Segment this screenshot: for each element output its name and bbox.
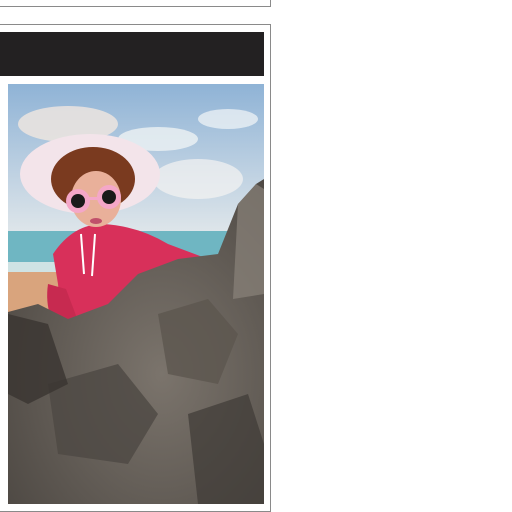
- sunglasses-bridge: [88, 197, 100, 200]
- card-title-bar: [0, 32, 264, 76]
- sunglasses-right-lens: [102, 190, 116, 204]
- page: 161: [0, 0, 512, 512]
- cloud: [198, 109, 258, 129]
- cloud: [153, 159, 243, 199]
- child-mouth: [90, 218, 102, 224]
- sunglasses-left-lens: [71, 194, 85, 208]
- beach-photo-illustration: [8, 84, 264, 504]
- sand-shadow: [188, 394, 264, 504]
- beach-photo[interactable]: [8, 84, 264, 504]
- photo-card[interactable]: 161: [0, 24, 271, 512]
- previous-card[interactable]: [0, 0, 271, 7]
